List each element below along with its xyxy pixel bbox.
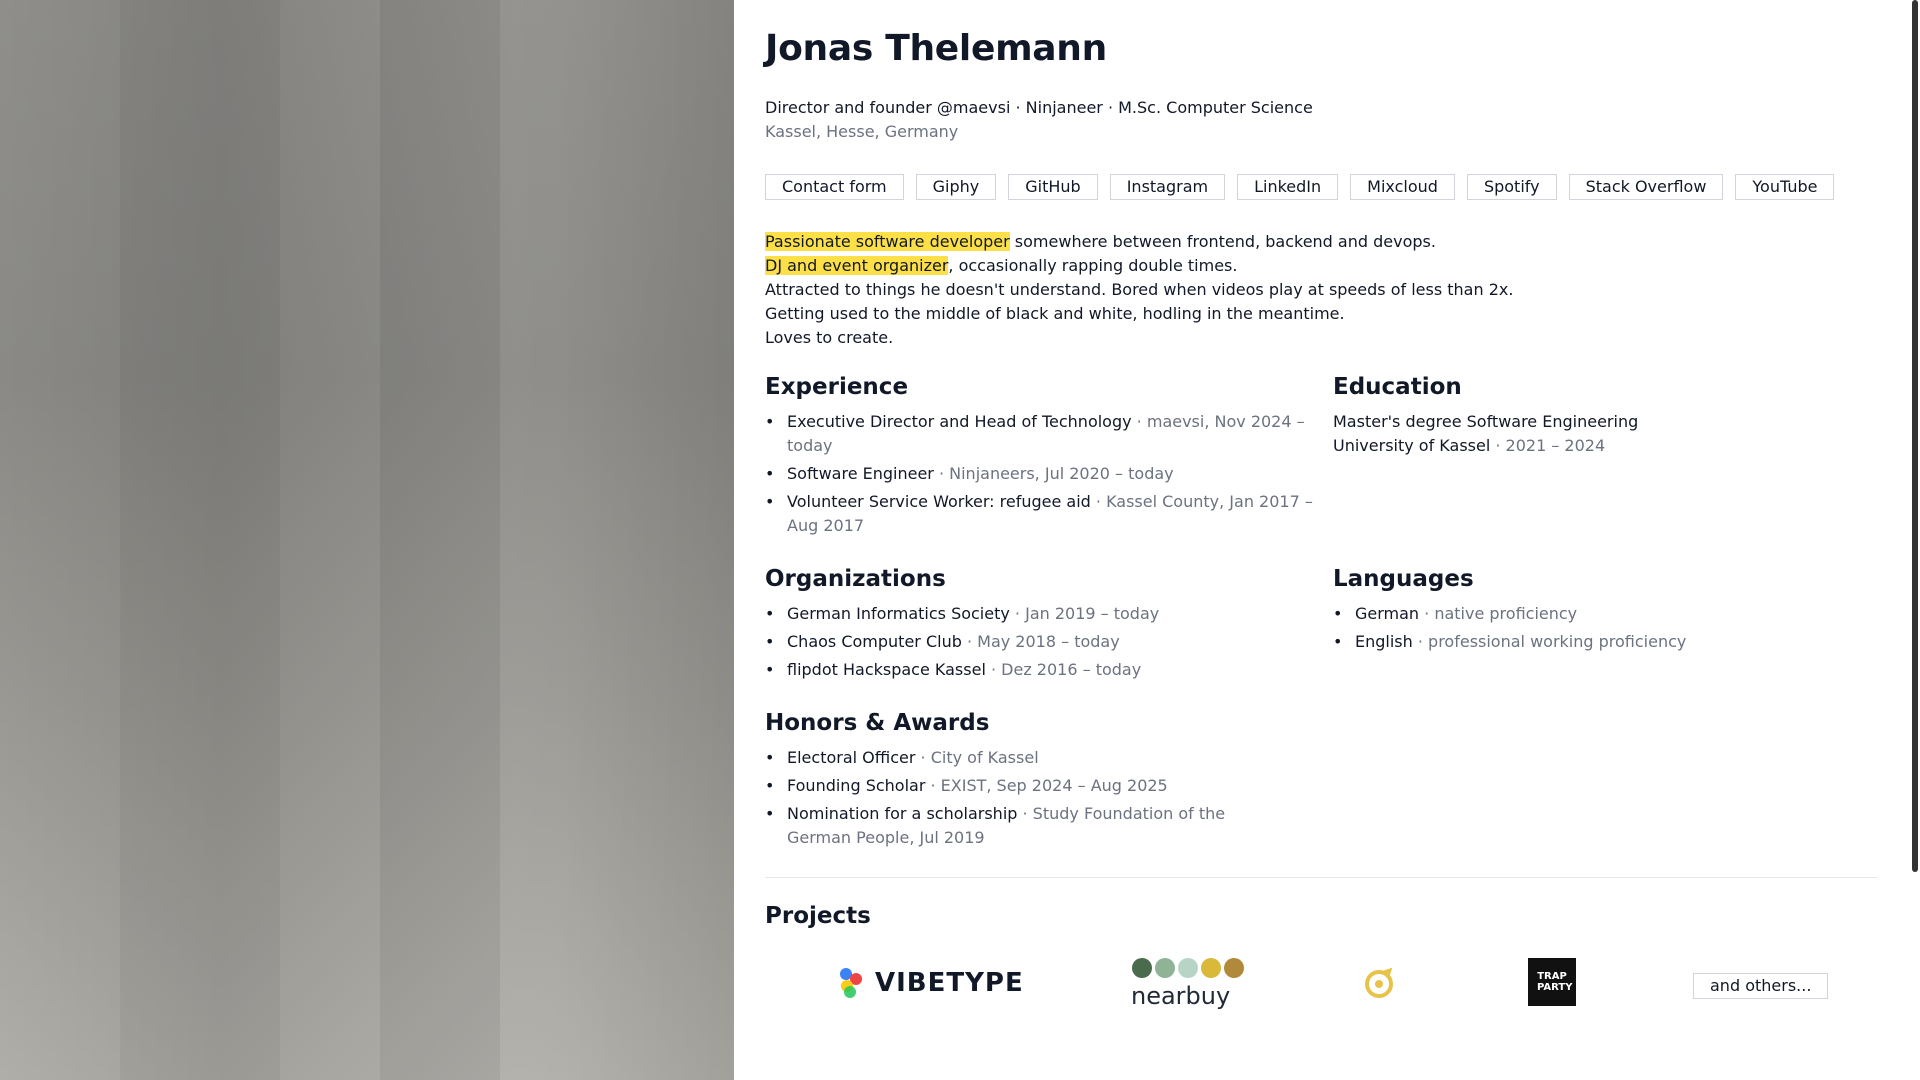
- bio-line-1: somewhere between frontend, backend and …: [1009, 232, 1436, 251]
- link-mixcloud[interactable]: Mixcloud: [1350, 174, 1455, 200]
- bio-line-3: Attracted to things he doesn't understan…: [765, 280, 1514, 299]
- nearbuy-dots-icon: [1132, 958, 1244, 978]
- project-yellow-circle[interactable]: [1362, 966, 1396, 1004]
- trap-party-logo-text: TRAP PARTY: [1537, 971, 1573, 993]
- link-github[interactable]: GitHub: [1008, 174, 1098, 200]
- organizations-title: Organizations: [765, 566, 946, 592]
- bio: Passionate software developer somewhere …: [765, 230, 1513, 350]
- project-vibetype[interactable]: VIBETYPE: [837, 966, 1024, 1000]
- scrollbar[interactable]: [1912, 0, 1918, 872]
- experience-item: Software Engineer · Ninjaneers, Jul 2020…: [765, 462, 1315, 486]
- education-title: Education: [1333, 374, 1462, 400]
- bio-line-2: , occasionally rapping double times.: [948, 256, 1238, 275]
- language-item: English · professional working proficien…: [1333, 630, 1873, 654]
- profile-location: Kassel, Hesse, Germany: [765, 122, 959, 141]
- projects-title: Projects: [765, 903, 871, 929]
- profile-photo-background: [0, 0, 734, 1080]
- experience-item: Executive Director and Head of Technolog…: [765, 410, 1315, 458]
- main-content: Jonas Thelemann Director and founder @ma…: [765, 0, 1880, 1080]
- languages-title: Languages: [1333, 566, 1474, 592]
- link-stack-overflow[interactable]: Stack Overflow: [1568, 174, 1724, 200]
- honor-item: Electoral Officer · City of Kassel: [765, 746, 1285, 770]
- organizations-section: Organizations German Informatics Society…: [765, 566, 1315, 686]
- education-school-line: University of Kassel · 2021 – 2024: [1333, 436, 1606, 455]
- honors-section: Honors & Awards Electoral Officer · City…: [765, 710, 1285, 854]
- profile-tagline: Director and founder @maevsi · Ninjaneer…: [765, 98, 1313, 117]
- projects-others-button[interactable]: and others...: [1693, 973, 1829, 999]
- organization-item: German Informatics Society · Jan 2019 – …: [765, 602, 1315, 626]
- link-spotify[interactable]: Spotify: [1466, 174, 1557, 200]
- honor-item: Nomination for a scholarship · Study Fou…: [765, 802, 1285, 850]
- experience-section: Experience Executive Director and Head o…: [765, 374, 1315, 542]
- nearbuy-wordmark: nearbuy: [1131, 982, 1231, 1010]
- bio-highlight-developer: Passionate software developer: [765, 232, 1010, 251]
- vibetype-logo-icon: [840, 968, 862, 998]
- link-youtube[interactable]: YouTube: [1735, 174, 1835, 200]
- projects-row: VIBETYPE nearbuy TRAP PARTY and others..…: [765, 958, 1880, 1008]
- organization-item: flipdot Hackspace Kassel · Dez 2016 – to…: [765, 658, 1315, 682]
- social-links: Contact form Giphy GitHub Instagram Link…: [765, 174, 1835, 200]
- organization-item: Chaos Computer Club · May 2018 – today: [765, 630, 1315, 654]
- circle-check-logo-icon: [1365, 967, 1393, 998]
- education-section: Education Master's degree Software Engin…: [1333, 374, 1873, 458]
- project-nearbuy[interactable]: nearbuy: [1131, 958, 1251, 1008]
- link-giphy[interactable]: Giphy: [915, 174, 997, 200]
- language-item: German · native proficiency: [1333, 602, 1873, 626]
- bio-line-4: Getting used to the middle of black and …: [765, 304, 1345, 323]
- honor-item: Founding Scholar · EXIST, Sep 2024 – Aug…: [765, 774, 1285, 798]
- project-trap-party[interactable]: TRAP PARTY: [1528, 958, 1576, 1006]
- education-degree: Master's degree Software Engineering: [1333, 412, 1639, 431]
- divider: [765, 877, 1877, 878]
- link-contact-form[interactable]: Contact form: [765, 174, 904, 200]
- vibetype-wordmark: VIBETYPE: [875, 968, 1024, 998]
- profile-name: Jonas Thelemann: [765, 28, 1107, 69]
- link-linkedin[interactable]: LinkedIn: [1237, 174, 1339, 200]
- link-instagram[interactable]: Instagram: [1109, 174, 1226, 200]
- bio-highlight-dj: DJ and event organizer: [765, 256, 949, 275]
- experience-item: Volunteer Service Worker: refugee aid · …: [765, 490, 1315, 538]
- experience-title: Experience: [765, 374, 909, 400]
- languages-section: Languages German · native proficiency En…: [1333, 566, 1873, 658]
- honors-title: Honors & Awards: [765, 710, 990, 736]
- bio-line-5: Loves to create.: [765, 328, 894, 347]
